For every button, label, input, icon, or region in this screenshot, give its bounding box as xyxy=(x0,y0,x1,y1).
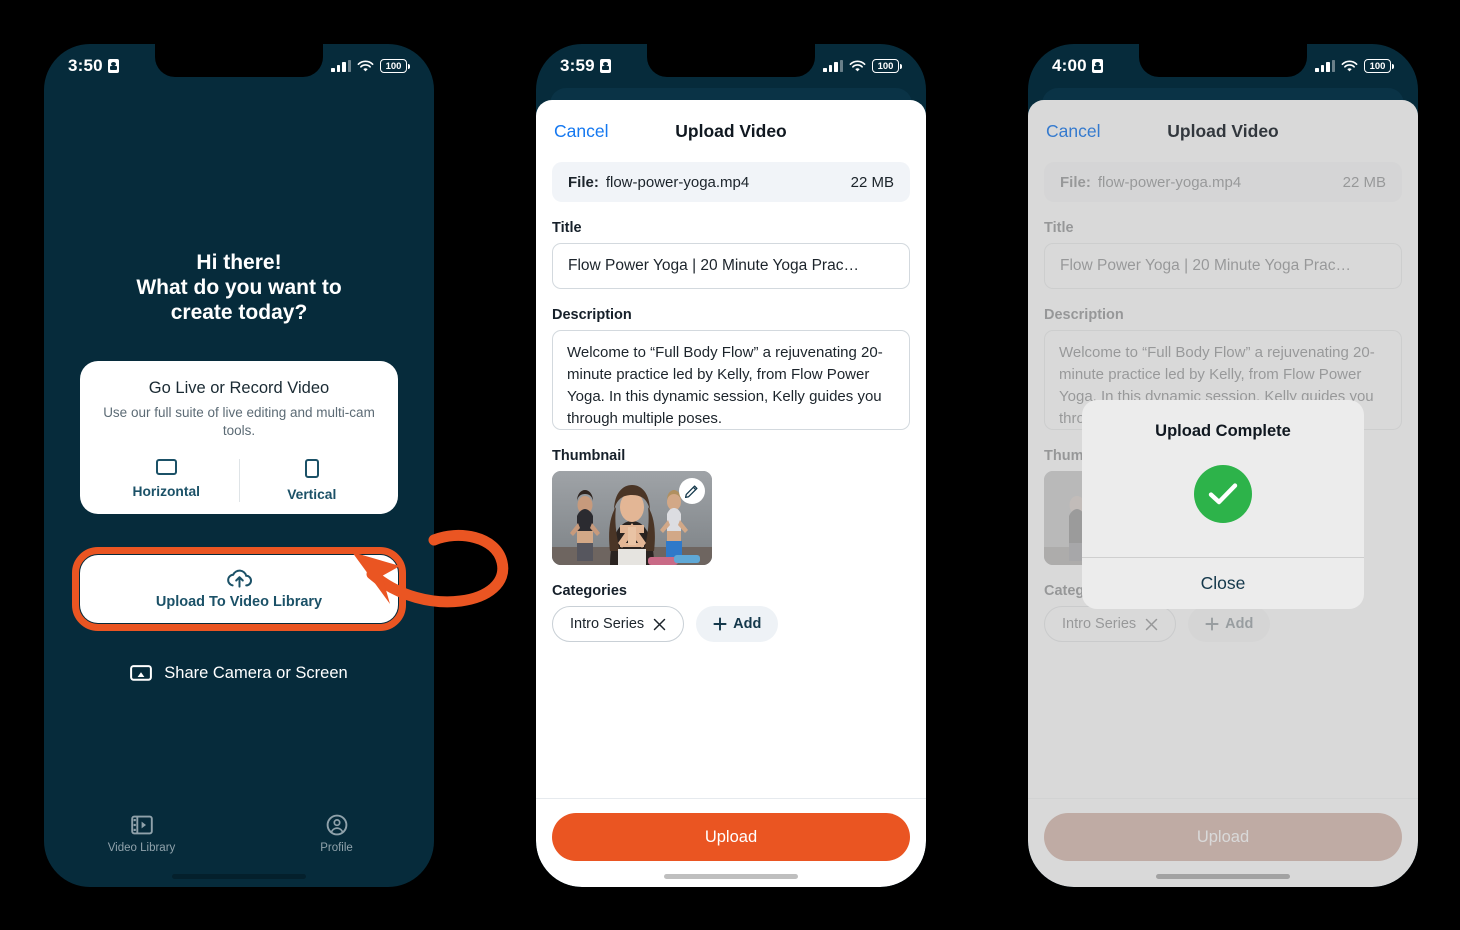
vertical-option[interactable]: Vertical xyxy=(238,459,385,502)
lock-icon xyxy=(599,59,611,73)
plus-icon xyxy=(713,617,727,631)
cancel-button[interactable]: Cancel xyxy=(554,121,608,142)
status-bar-3: 4:00 100 xyxy=(1028,44,1418,88)
status-bar-1: 3:50 100 xyxy=(44,44,434,88)
file-name: flow-power-yoga.mp4 xyxy=(605,173,750,191)
status-time: 3:59 xyxy=(560,56,595,75)
tab-video-library-label: Video Library xyxy=(107,842,176,854)
upload-to-library-button[interactable]: Upload To Video Library xyxy=(80,555,398,623)
add-category-label: Add xyxy=(733,616,762,632)
categories-chips: Intro Series Add xyxy=(552,606,910,642)
person-circle-icon xyxy=(326,814,347,836)
signal-icon xyxy=(1315,60,1335,72)
thumbnail-label: Thumbnail xyxy=(552,448,626,464)
greeting-line-2: What do you want to xyxy=(136,276,342,299)
category-chip-intro-series[interactable]: Intro Series xyxy=(552,606,685,642)
category-chip-label: Intro Series xyxy=(570,616,645,632)
greeting-block: Hi there! What do you want to create tod… xyxy=(78,250,400,325)
add-category-button[interactable]: Add xyxy=(696,606,779,642)
screenshot-stage: 3:50 100 Hi there! What do you want to c… xyxy=(0,0,1460,930)
checkmark-circle-icon xyxy=(1194,465,1252,523)
bottom-tab-bar: Video Library Profile xyxy=(44,803,434,865)
battery-level: 100 xyxy=(380,59,407,73)
battery-icon: 100 xyxy=(1364,59,1394,73)
dialog-title: Upload Complete xyxy=(1155,422,1291,440)
file-info-bar: File: flow-power-yoga.mp4 22 MB xyxy=(552,162,910,202)
share-camera-button[interactable]: Share Camera or Screen xyxy=(44,664,434,683)
upload-button[interactable]: Upload xyxy=(552,813,910,861)
status-bar-2: 3:59 100 xyxy=(536,44,926,88)
home-screen-content: Hi there! What do you want to create tod… xyxy=(44,44,434,887)
horizontal-option[interactable]: Horizontal xyxy=(94,459,239,502)
status-indicators: 100 xyxy=(1315,59,1394,73)
sheet-body: File: flow-power-yoga.mp4 22 MB Title Fl… xyxy=(536,162,926,798)
wifi-icon xyxy=(1341,59,1358,71)
status-indicators: 100 xyxy=(823,59,902,73)
film-icon xyxy=(130,815,153,835)
go-live-subtitle: Use our full suite of live editing and m… xyxy=(103,405,375,438)
battery-level: 100 xyxy=(1364,59,1391,73)
file-label: File: xyxy=(568,173,599,191)
battery-icon: 100 xyxy=(380,59,410,73)
vertical-label: Vertical xyxy=(287,487,337,502)
orientation-options: Horizontal Vertical xyxy=(94,459,384,502)
tab-video-library[interactable]: Video Library xyxy=(44,814,239,854)
greeting-line-3: create today? xyxy=(170,301,308,324)
edit-thumbnail-button[interactable] xyxy=(679,478,705,504)
status-time-group: 3:50 xyxy=(68,56,119,76)
file-size: 22 MB xyxy=(850,173,894,191)
tab-profile[interactable]: Profile xyxy=(239,814,434,854)
status-time: 3:50 xyxy=(68,56,103,75)
dialog-body xyxy=(1082,441,1364,557)
description-field-label: Description xyxy=(552,307,632,323)
upload-to-library-label: Upload To Video Library xyxy=(155,594,323,610)
landscape-rect-icon xyxy=(155,459,177,475)
cloud-upload-icon xyxy=(226,569,252,588)
title-input[interactable]: Flow Power Yoga | 20 Minute Yoga Prac… xyxy=(552,243,910,289)
status-indicators: 100 xyxy=(331,59,410,73)
checkmark-icon xyxy=(1208,483,1238,505)
go-live-title: Go Live or Record Video xyxy=(148,379,330,397)
phone-upload-form: 3:59 100 Cancel Upload Video File: flow-… xyxy=(536,44,926,887)
status-time: 4:00 xyxy=(1052,56,1087,75)
signal-icon xyxy=(331,60,351,72)
upload-complete-dialog: Upload Complete Close xyxy=(1082,400,1364,609)
home-indicator xyxy=(664,874,798,879)
home-indicator xyxy=(172,874,306,879)
sheet-header: Cancel Upload Video xyxy=(536,100,926,162)
pencil-icon xyxy=(685,485,698,498)
lock-icon xyxy=(107,59,119,73)
greeting-line-1: Hi there! xyxy=(196,251,282,274)
screen-share-icon xyxy=(130,664,153,681)
phone-upload-complete: 4:00 100 Cancel Upload Video File: flow-… xyxy=(1028,44,1418,887)
upload-video-sheet: Cancel Upload Video File: flow-power-yog… xyxy=(536,100,926,887)
battery-icon: 100 xyxy=(872,59,902,73)
phone-home-screen: 3:50 100 Hi there! What do you want to c… xyxy=(44,44,434,887)
thumbnail-block xyxy=(552,471,712,565)
dialog-close-button[interactable]: Close xyxy=(1082,557,1364,609)
wifi-icon xyxy=(849,59,866,71)
close-icon[interactable] xyxy=(653,618,666,631)
description-textarea[interactable]: Welcome to “Full Body Flow” a rejuvenati… xyxy=(552,330,910,430)
share-camera-label: Share Camera or Screen xyxy=(164,664,348,682)
portrait-rect-icon xyxy=(304,459,319,478)
battery-level: 100 xyxy=(872,59,899,73)
wifi-icon xyxy=(357,59,374,71)
go-live-card[interactable]: Go Live or Record Video Use our full sui… xyxy=(80,361,398,514)
lock-icon xyxy=(1091,59,1103,73)
categories-label: Categories xyxy=(552,583,627,599)
tab-profile-label: Profile xyxy=(320,842,353,854)
home-indicator xyxy=(1156,874,1290,879)
status-time-group: 4:00 xyxy=(1052,56,1103,76)
signal-icon xyxy=(823,60,843,72)
title-field-label: Title xyxy=(552,220,582,236)
horizontal-label: Horizontal xyxy=(132,484,200,499)
status-time-group: 3:59 xyxy=(560,56,611,76)
